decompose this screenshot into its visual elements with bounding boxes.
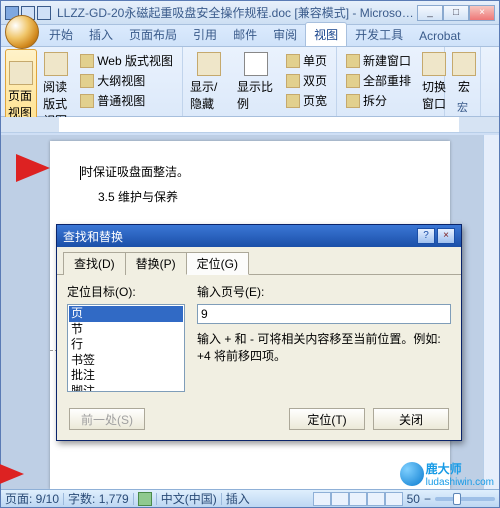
tab-goto[interactable]: 定位(G) (186, 252, 249, 275)
annotation-arrow-1 (16, 154, 50, 182)
find-replace-dialog: 查找和替换 ? × 查找(D) 替换(P) 定位(G) 定位目标(O): 输入页… (56, 224, 462, 441)
tab-acrobat[interactable]: Acrobat (411, 26, 468, 46)
previous-button: 前一处(S) (69, 408, 145, 430)
zoom-slider-knob[interactable] (453, 493, 461, 505)
goto-hint: 输入 + 和 - 可将相关内容移至当前位置。例如: +4 将前移四项。 (197, 330, 451, 364)
view-print-icon[interactable] (313, 492, 331, 506)
show-hide-button[interactable]: 显示/隐藏 (187, 49, 231, 115)
dialog-title-bar[interactable]: 查找和替换 ? × (57, 225, 461, 247)
horizontal-ruler[interactable] (1, 117, 499, 133)
watermark-icon (400, 462, 424, 486)
vertical-scrollbar[interactable] (483, 135, 499, 489)
page-width-icon (286, 94, 300, 108)
draft-view-button[interactable]: 普通视图 (77, 91, 176, 110)
minimize-button[interactable]: _ (417, 5, 443, 21)
view-draft-icon[interactable] (385, 492, 403, 506)
tab-mailings[interactable]: 邮件 (225, 23, 265, 46)
status-page[interactable]: 页面: 9/10 (5, 490, 59, 507)
arrange-all-button[interactable]: 全部重排 (343, 71, 414, 90)
ribbon-body: 页面视图 阅读版式视图 Web 版式视图 大纲视图 普通视图 文档视图 显示/隐… (1, 47, 499, 117)
tab-review[interactable]: 审阅 (265, 23, 305, 46)
tab-insert[interactable]: 插入 (81, 23, 121, 46)
zoom-out-button[interactable]: − (424, 492, 431, 506)
status-insert-mode[interactable]: 插入 (226, 490, 250, 507)
show-hide-icon (197, 52, 221, 76)
annotation-arrow-3 (0, 460, 24, 488)
zoom-button[interactable]: 显示比例 (234, 49, 278, 115)
maximize-button[interactable]: □ (443, 5, 469, 21)
view-web-icon[interactable] (349, 492, 367, 506)
two-pages-button[interactable]: 双页 (283, 71, 330, 90)
dialog-help-button[interactable]: ? (417, 228, 435, 244)
list-item[interactable]: 书签 (69, 353, 183, 369)
outline-view-button[interactable]: 大纲视图 (77, 71, 176, 90)
ribbon-tabs: 开始 插入 页面布局 引用 邮件 审阅 视图 开发工具 Acrobat (1, 25, 499, 47)
title-bar: LLZZ-GD-20永磁起重吸盘安全操作规程.doc [兼容模式] - Micr… (1, 1, 499, 25)
zoom-slider[interactable] (435, 497, 495, 501)
dialog-tabs: 查找(D) 替换(P) 定位(G) (57, 247, 461, 275)
list-item[interactable]: 节 (69, 322, 183, 338)
goto-target-label: 定位目标(O): (67, 283, 187, 300)
watermark: 鹿大师 ludashiwin.com (400, 460, 494, 488)
window-title: LLZZ-GD-20永磁起重吸盘安全操作规程.doc [兼容模式] - Micr… (57, 4, 417, 21)
tab-layout[interactable]: 页面布局 (121, 23, 185, 46)
view-reading-icon[interactable] (331, 492, 349, 506)
status-proof-icon[interactable] (138, 492, 152, 506)
tab-home[interactable]: 开始 (41, 23, 81, 46)
group-label-macros: 宏 (449, 98, 476, 115)
tab-references[interactable]: 引用 (185, 23, 225, 46)
outline-icon (80, 74, 94, 88)
status-bar: 页面: 9/10 字数: 1,779 中文(中国) 插入 50 − (1, 489, 499, 507)
arrange-icon (346, 74, 360, 88)
dialog-close-button[interactable]: × (437, 228, 455, 244)
one-page-button[interactable]: 单页 (283, 51, 330, 70)
list-item[interactable]: 行 (69, 337, 183, 353)
list-item[interactable]: 脚注 (69, 384, 183, 392)
watermark-url: ludashiwin.com (426, 477, 494, 488)
goto-target-list[interactable]: 页 节 行 书签 批注 脚注 (67, 304, 185, 392)
zoom-value[interactable]: 50 (407, 492, 420, 506)
split-button[interactable]: 拆分 (343, 91, 414, 110)
redo-icon[interactable] (37, 6, 51, 20)
page-width-button[interactable]: 页宽 (283, 91, 330, 110)
status-language[interactable]: 中文(中国) (161, 490, 217, 507)
one-page-icon (286, 54, 300, 68)
macros-button[interactable]: 宏 (449, 49, 479, 98)
view-buttons (313, 492, 403, 506)
reading-icon (44, 52, 68, 76)
tab-view[interactable]: 视图 (305, 22, 347, 46)
tab-find[interactable]: 查找(D) (63, 252, 126, 275)
web-layout-button[interactable]: Web 版式视图 (77, 51, 176, 70)
two-pages-icon (286, 74, 300, 88)
tab-developer[interactable]: 开发工具 (347, 23, 411, 46)
doc-line-2: 3.5 维护与保养 (80, 186, 420, 209)
list-item[interactable]: 批注 (69, 368, 183, 384)
page-number-input[interactable] (197, 304, 451, 324)
page-number-label: 输入页号(E): (197, 283, 451, 300)
switch-windows-icon (422, 52, 446, 76)
page-layout-icon (9, 61, 33, 85)
office-button[interactable] (5, 15, 39, 49)
draft-icon (80, 94, 94, 108)
list-item[interactable]: 页 (69, 306, 183, 322)
new-window-button[interactable]: 新建窗口 (343, 51, 414, 70)
web-layout-icon (80, 54, 94, 68)
goto-button[interactable]: 定位(T) (289, 408, 365, 430)
close-button[interactable]: × (469, 5, 495, 21)
status-words[interactable]: 字数: 1,779 (68, 490, 129, 507)
macros-icon (452, 52, 476, 76)
doc-line-1: 时保证吸盘面整洁。 (81, 165, 189, 179)
split-icon (346, 94, 360, 108)
dialog-title: 查找和替换 (63, 228, 123, 245)
tab-replace[interactable]: 替换(P) (125, 252, 187, 275)
new-window-icon (346, 54, 360, 68)
zoom-icon (244, 52, 268, 76)
close-button-dialog[interactable]: 关闭 (373, 408, 449, 430)
view-outline-icon[interactable] (367, 492, 385, 506)
watermark-name: 鹿大师 (426, 462, 462, 476)
